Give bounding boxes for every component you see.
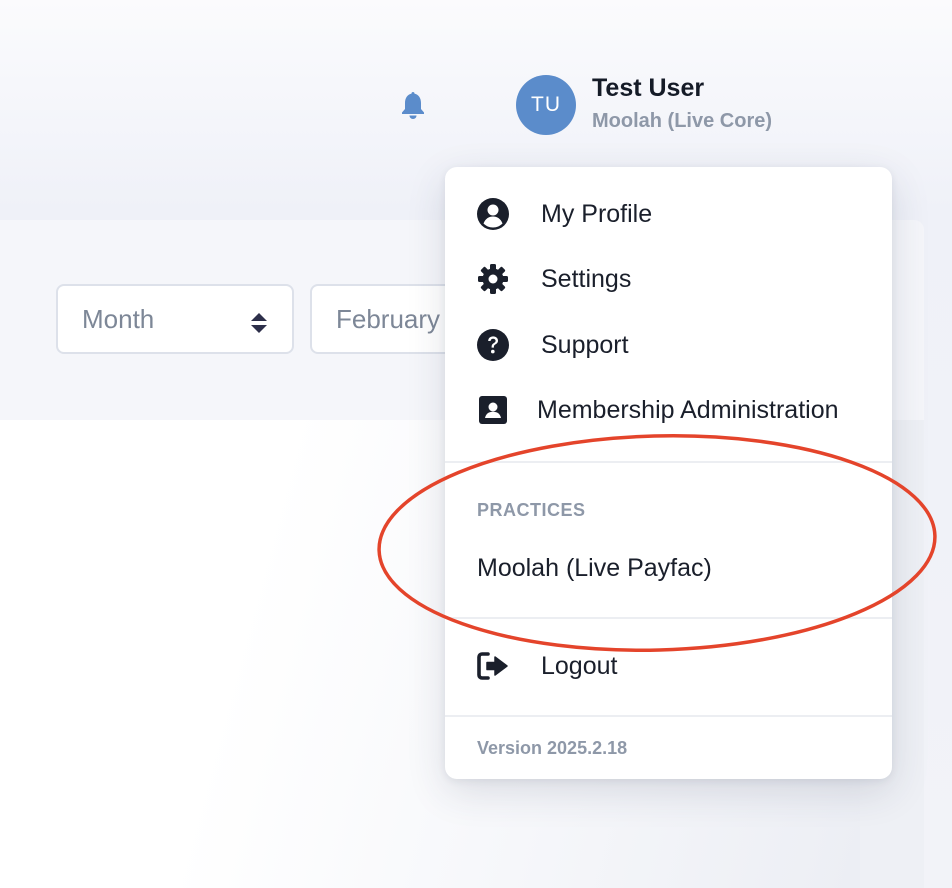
menu-item-support[interactable]: Support: [445, 317, 892, 373]
month-select-value: February: [336, 303, 441, 334]
user-dropdown-menu: My Profile Settings Support Membership A…: [445, 167, 892, 779]
avatar-initials: TU: [531, 93, 561, 116]
menu-item-label: Settings: [541, 264, 632, 293]
practices-heading: PRACTICES: [477, 500, 586, 520]
page: TU Test User Moolah (Live Core) Month Fe…: [0, 0, 952, 888]
bell-icon[interactable]: [400, 90, 426, 120]
avatar[interactable]: TU: [516, 75, 576, 135]
user-name[interactable]: Test User: [592, 74, 704, 103]
menu-item-label: Support: [541, 330, 629, 359]
sort-arrows-icon: [250, 310, 268, 333]
menu-item-label: Membership Administration: [537, 395, 839, 424]
user-organization: Moolah (Live Core): [592, 110, 773, 132]
menu-item-label: My Profile: [541, 199, 653, 228]
practice-item[interactable]: Moolah (Live Payfac): [477, 554, 712, 583]
gear-icon: [476, 262, 510, 296]
menu-divider: [445, 617, 892, 619]
question-circle-icon: [476, 328, 510, 362]
menu-divider: [445, 461, 892, 463]
user-circle-icon: [476, 197, 510, 231]
menu-item-settings[interactable]: Settings: [445, 251, 892, 307]
menu-item-label: Logout: [541, 651, 618, 680]
sign-out-icon: [476, 649, 510, 683]
period-select[interactable]: Month: [56, 284, 294, 354]
menu-divider: [445, 715, 892, 717]
id-badge-icon: [476, 393, 510, 427]
menu-item-my-profile[interactable]: My Profile: [445, 186, 892, 242]
version-label: Version 2025.2.18: [477, 738, 628, 758]
period-select-value: Month: [82, 303, 155, 334]
menu-item-membership-administration[interactable]: Membership Administration: [445, 382, 892, 438]
menu-item-logout[interactable]: Logout: [445, 638, 892, 694]
